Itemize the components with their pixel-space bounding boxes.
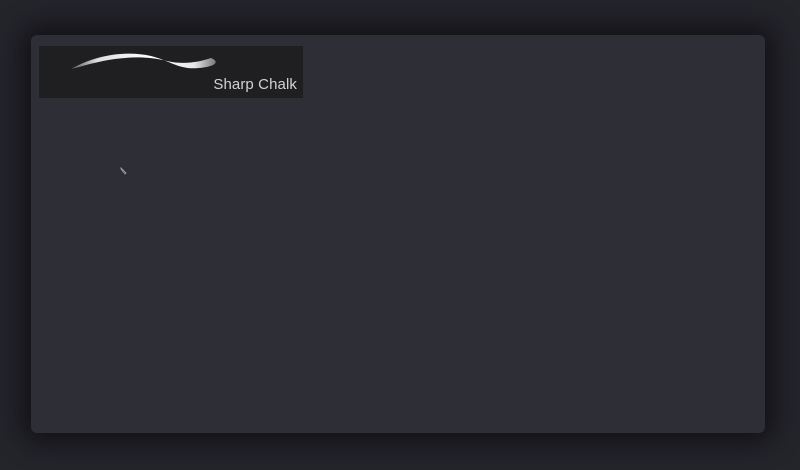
brush-name-label: Sharp Chalk xyxy=(213,76,297,93)
app-screen: Sharp Chalk xyxy=(0,0,800,470)
brush-item-sharp-chalk[interactable]: Sharp Chalk xyxy=(39,46,303,98)
pencil-cursor-icon xyxy=(120,167,127,175)
brush-library-panel: Sharp Chalk xyxy=(31,35,765,433)
